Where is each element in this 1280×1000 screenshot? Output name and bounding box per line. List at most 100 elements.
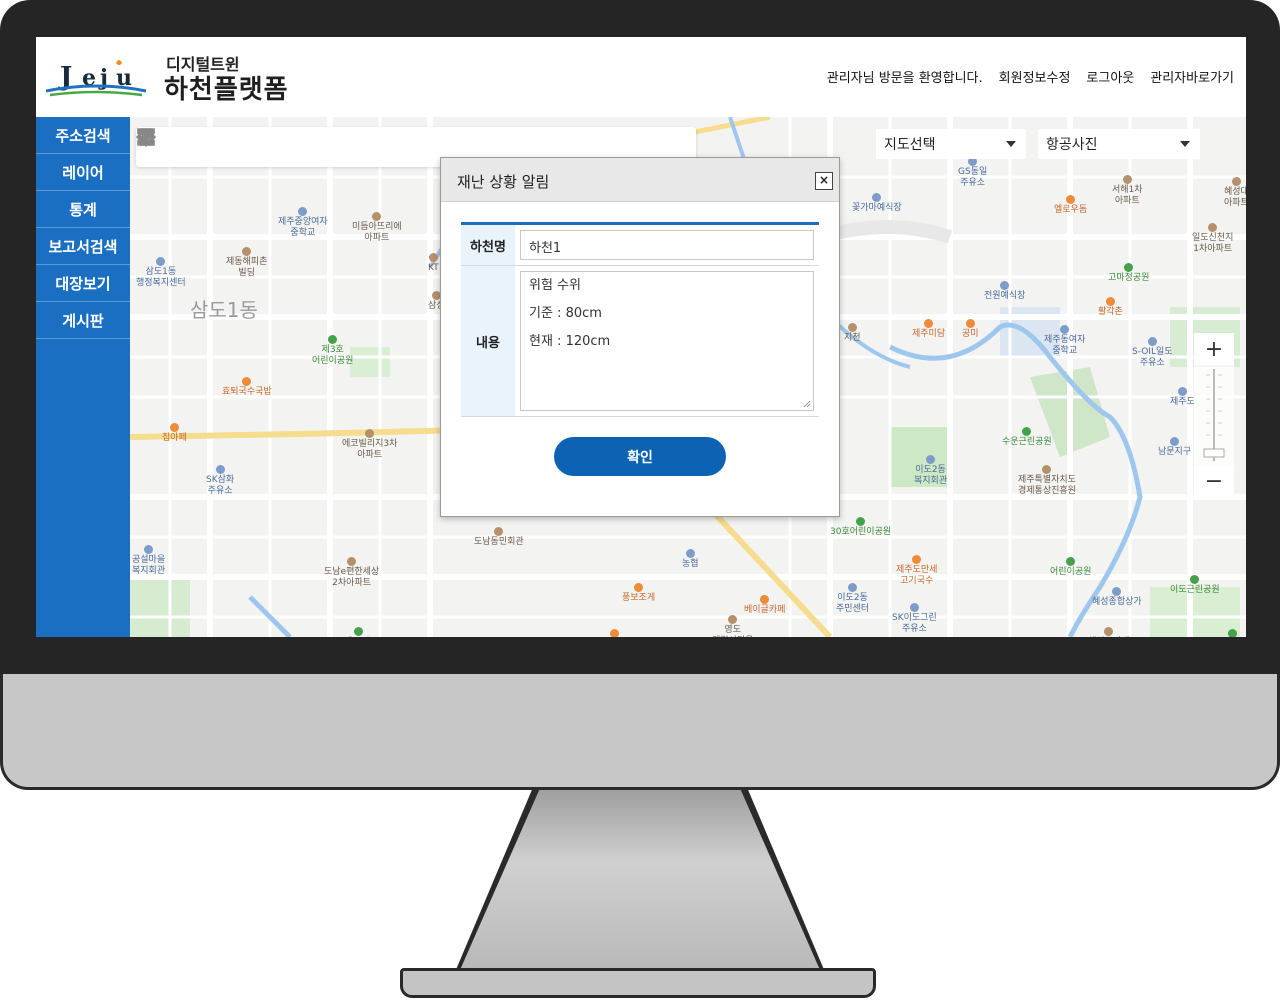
poi-marker-icon bbox=[298, 207, 308, 216]
map-poi-label[interactable]: 집아페 bbox=[162, 423, 187, 444]
map-poi-label[interactable]: SK이도그린 주유소 bbox=[892, 603, 937, 635]
map-poi-label[interactable]: 제주도 bbox=[1170, 387, 1195, 408]
sidebar-item-report-search[interactable]: 보고서검색 bbox=[36, 228, 130, 265]
map-poi-label[interactable]: 지천 bbox=[844, 323, 861, 344]
poi-label-text: 복지회관 bbox=[132, 566, 166, 576]
poi-marker-icon bbox=[965, 319, 975, 328]
map-poi-label[interactable]: 이도2동 주민센터 bbox=[836, 583, 869, 615]
map-poi-label[interactable]: 어린이공원 bbox=[1050, 557, 1091, 578]
ruler-icon[interactable] bbox=[137, 127, 380, 167]
welcome-text: 관리자님 방문을 환영합니다. bbox=[826, 71, 983, 86]
map-poi-label[interactable]: 이도2동 복지회관 bbox=[914, 455, 947, 487]
poi-marker-icon bbox=[328, 335, 338, 344]
logout-link[interactable]: 로그아웃 bbox=[1086, 67, 1134, 86]
aerial-select-dropdown[interactable]: 항공사진 bbox=[1038, 129, 1200, 159]
map-poi-label[interactable]: 농협 bbox=[682, 549, 699, 570]
area-measure-icon[interactable] bbox=[138, 127, 420, 167]
download-icon[interactable] bbox=[139, 127, 262, 167]
zoom-out-button[interactable]: − bbox=[1194, 465, 1234, 497]
map-poi-label[interactable]: 남문지구 bbox=[1158, 437, 1191, 458]
map-select-dropdown[interactable]: 지도선택 bbox=[876, 129, 1026, 159]
poi-marker-icon bbox=[1000, 281, 1010, 290]
map-poi-label[interactable]: 제동해피촌 빌딩 bbox=[226, 247, 267, 279]
map-poi-label[interactable]: 제주미담 bbox=[912, 319, 945, 340]
poi-marker-icon bbox=[1060, 325, 1070, 334]
river-name-field[interactable]: 하천1 bbox=[520, 230, 814, 260]
poi-label-text: 중학교 bbox=[1052, 346, 1078, 356]
map-poi-label[interactable]: 활각촌 bbox=[1098, 297, 1123, 318]
poi-label-text: 제주특별자치도 bbox=[1018, 475, 1076, 485]
sidebar-item-statistics[interactable]: 통계 bbox=[36, 191, 130, 228]
map-poi-label[interactable]: S-OIL일도 주유소 bbox=[1132, 337, 1173, 369]
sidebar-item-board[interactable]: 게시판 bbox=[36, 302, 130, 339]
chevron-down-icon bbox=[1180, 141, 1190, 147]
map-poi-label[interactable]: 효퇴국수국밥 bbox=[222, 377, 272, 398]
content-label: 내용 bbox=[461, 266, 515, 416]
poi-label-text: 지천 bbox=[844, 333, 861, 343]
admin-link[interactable]: 관리자바로가기 bbox=[1150, 67, 1234, 86]
site-logo[interactable]: J e j u 디지털트윈 하천플랫폼 bbox=[46, 51, 296, 105]
poi-marker-icon bbox=[1066, 195, 1076, 204]
edit-profile-link[interactable]: 회원정보수정 bbox=[999, 67, 1071, 86]
map-poi-label[interactable]: 제3호 어린이공원 bbox=[312, 335, 353, 367]
map-poi-label[interactable]: 베이글카페 bbox=[744, 595, 785, 616]
poi-marker-icon bbox=[1122, 175, 1132, 184]
map-poi-label[interactable]: 일도신천지 1차아파트 bbox=[1192, 223, 1233, 255]
confirm-button[interactable]: 확인 bbox=[554, 437, 726, 476]
map-poi-label[interactable]: 제주동여자 중학교 bbox=[1044, 325, 1085, 357]
map-poi-label[interactable]: 공설마을 복지회관 bbox=[132, 545, 165, 577]
map-poi-label[interactable]: 도남e편한세상 2차아파트 bbox=[324, 557, 379, 589]
content-textarea[interactable]: 위험 수위 기준 : 80cm 현재 : 120cm bbox=[520, 271, 814, 411]
map-poi-label[interactable]: 수운근린공원 bbox=[1002, 427, 1052, 448]
poi-label-text: 아파트 bbox=[357, 450, 383, 460]
sidebar-item-address-search[interactable]: 주소검색 bbox=[36, 117, 130, 154]
map-poi-label[interactable]: 혜성대 아파트 bbox=[1224, 177, 1246, 209]
map-poi-label[interactable]: 제주특별자치도 경제통상진흥원 bbox=[1018, 465, 1076, 497]
aerial-select-value: 항공사진 bbox=[1046, 137, 1098, 153]
map-poi-label[interactable]: 엘로우돔 bbox=[1054, 195, 1087, 216]
map-poi-label[interactable]: 고마정공원 bbox=[1108, 263, 1149, 284]
map-poi-label[interactable]: 풍보조게 bbox=[622, 583, 655, 604]
poi-label-text: 영도 bbox=[724, 625, 741, 635]
map-poi-label[interactable]: 이도근린공원 bbox=[1170, 575, 1220, 596]
resize-handle-icon[interactable] bbox=[803, 400, 811, 408]
poi-label-text: 제주미담 bbox=[912, 329, 946, 339]
poi-label-text: 행정복지센터 bbox=[136, 278, 186, 288]
poi-marker-icon bbox=[1124, 263, 1134, 272]
map-poi-label[interactable]: 제주중앙여자 중학교 bbox=[278, 207, 328, 239]
zoom-slider[interactable] bbox=[1194, 365, 1234, 465]
print-icon[interactable] bbox=[138, 127, 301, 167]
sidebar-item-layer[interactable]: 레이어 bbox=[36, 154, 130, 191]
content-row: 내용 위험 수위 기준 : 80cm 현재 : 120cm bbox=[461, 266, 819, 417]
map-poi-label[interactable]: 꽃가마예식장 bbox=[852, 193, 902, 214]
zoom-in-button[interactable]: + bbox=[1194, 333, 1234, 365]
map-poi-label[interactable]: 드립커피 bbox=[598, 629, 631, 637]
map-poi-label[interactable]: SK삼화 주유소 bbox=[206, 465, 234, 497]
content-line: 기준 : 80cm bbox=[529, 306, 602, 321]
map-poi-label[interactable]: 한마음 bbox=[1220, 629, 1245, 637]
map-poi-label[interactable]: 도남동민회관 bbox=[474, 527, 524, 548]
map-poi-label[interactable]: KT bbox=[428, 253, 439, 274]
map-poi-label[interactable]: 서해1차 아파트 bbox=[1112, 175, 1143, 207]
map-poi-label[interactable]: 제37호 bbox=[344, 627, 372, 637]
map-poi-label[interactable]: 혜성무지개 bbox=[1088, 627, 1129, 637]
pan-icon[interactable] bbox=[137, 127, 222, 167]
map-poi-label[interactable]: 에코빌리지3차 아파트 bbox=[342, 429, 397, 461]
sidebar: 주소검색 레이어 통계 보고서검색 대장보기 게시판 bbox=[36, 117, 130, 637]
map-poi-label[interactable]: 30호어린이공원 bbox=[830, 517, 891, 538]
map-poi-label[interactable]: 혜성종합상가 bbox=[1092, 587, 1142, 608]
poi-label-text: 아파트 bbox=[1224, 198, 1246, 208]
map-poi-label[interactable]: 삼도1동 행정복지센터 bbox=[136, 257, 186, 289]
poi-label-text: 캐럿시티움 bbox=[712, 636, 753, 637]
map-poi-label[interactable]: GS동일 주유소 bbox=[958, 157, 987, 189]
chevron-down-icon bbox=[1006, 141, 1016, 147]
map-poi-label[interactable]: 전원예식장 bbox=[984, 281, 1025, 302]
sidebar-item-ledger[interactable]: 대장보기 bbox=[36, 265, 130, 302]
map-poi-label[interactable]: 공미 bbox=[962, 319, 979, 340]
map-poi-label[interactable]: 미듬아뜨리에 아파트 bbox=[352, 212, 402, 244]
poi-marker-icon bbox=[169, 423, 179, 432]
map-poi-label[interactable]: 영도캐럿시티움 bbox=[712, 615, 753, 637]
refresh-icon[interactable] bbox=[139, 127, 341, 167]
map-poi-label[interactable]: 제주도만세 고기국수 bbox=[896, 555, 937, 587]
close-icon[interactable]: × bbox=[815, 172, 833, 190]
